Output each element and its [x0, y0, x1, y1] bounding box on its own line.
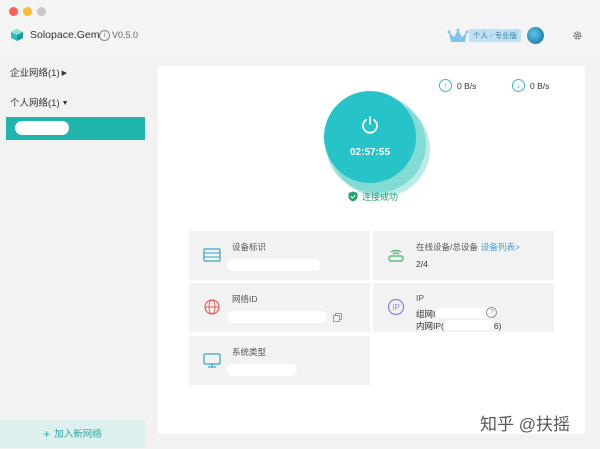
- sidebar: 企业网络(1) ▶ 个人网络(1) ▼ + 加入新网络: [0, 54, 145, 448]
- main-panel: ↑ 0 B/s ↓ 0 B/s 02:57:55 连接成功 设备标识 在线设备/…: [158, 66, 585, 434]
- online-devices-card: 在线设备/总设备 设备列表> 2/4: [373, 231, 554, 280]
- connection-status: 连接成功: [348, 190, 398, 203]
- ip-icon: IP: [387, 298, 405, 316]
- network-id-card: 网络ID: [189, 283, 370, 332]
- download-arrow-icon: ↓: [512, 79, 525, 92]
- sidebar-network-item[interactable]: [6, 117, 145, 140]
- add-network-label: 加入新网络: [54, 429, 102, 440]
- network-name-redacted: [15, 121, 69, 135]
- upload-speed-value: 0 B/s: [457, 80, 477, 91]
- network-id-label: 网络ID: [232, 294, 258, 304]
- zoom-window-button[interactable]: [37, 7, 46, 16]
- connect-control: 02:57:55: [324, 91, 430, 197]
- device-id-label: 设备标识: [232, 242, 267, 252]
- edition-badge[interactable]: 个人 - 专业版: [469, 29, 522, 42]
- app-version: V0.5.0: [112, 30, 139, 40]
- device-id-value-redacted: [227, 259, 321, 271]
- title-bar: Solopace.Gem i V0.5.0 个人 - 专业版: [0, 0, 600, 54]
- online-devices-label: 在线设备/总设备 设备列表>: [416, 241, 520, 253]
- info-icon[interactable]: i: [99, 30, 110, 41]
- power-icon: [362, 116, 378, 134]
- lan-ip-line: 内网IP( 6): [416, 320, 501, 332]
- add-network-button[interactable]: + 加入新网络: [0, 420, 145, 448]
- sidebar-group-label: 个人网络(1): [10, 98, 60, 109]
- ip-label: IP: [416, 293, 425, 303]
- help-icon[interactable]: ?: [486, 307, 497, 318]
- monitor-icon: [203, 353, 221, 368]
- caret-down-icon: ▼: [61, 100, 69, 107]
- user-avatar[interactable]: [527, 27, 544, 44]
- crown-icon: [447, 28, 469, 42]
- svg-text:IP: IP: [392, 303, 400, 312]
- mesh-ip-line: 组网I: [416, 308, 494, 320]
- watermark-text: 知乎 @扶摇: [480, 415, 570, 434]
- mesh-ip-prefix: 组网I: [416, 309, 436, 319]
- gear-icon[interactable]: [572, 30, 583, 41]
- system-type-label: 系统类型: [232, 347, 267, 357]
- connection-timer: 02:57:55: [349, 147, 391, 158]
- minimize-window-button[interactable]: [23, 7, 32, 16]
- sidebar-group-enterprise[interactable]: 企业网络(1) ▶: [10, 65, 67, 79]
- system-type-value-redacted: [227, 364, 297, 376]
- shield-check-icon: [348, 191, 358, 202]
- close-window-button[interactable]: [9, 7, 18, 16]
- lan-ip-suffix: 6): [493, 321, 502, 331]
- lan-ip-prefix: 内网IP(: [416, 321, 444, 331]
- upload-arrow-icon: ↑: [439, 79, 452, 92]
- system-type-card: 系统类型: [189, 336, 370, 385]
- device-list-link[interactable]: 设备列表>: [481, 242, 520, 252]
- power-button[interactable]: 02:57:55: [324, 91, 416, 183]
- app-logo-icon: [11, 29, 23, 41]
- device-list-icon: [203, 248, 221, 262]
- mesh-ip-redacted: [435, 308, 494, 318]
- copy-icon[interactable]: [333, 313, 342, 322]
- network-id-value-redacted: [227, 311, 327, 323]
- globe-icon: [204, 299, 220, 315]
- online-devices-value: 2/4: [416, 259, 428, 269]
- ip-card: IP IP 组网I ? 内网IP( 6): [373, 283, 554, 332]
- device-id-card: 设备标识: [189, 231, 370, 280]
- router-icon: [388, 249, 404, 262]
- download-speed: ↓ 0 B/s: [512, 79, 549, 92]
- lan-ip-redacted: [443, 320, 494, 330]
- sidebar-group-label: 企业网络(1): [10, 68, 60, 79]
- plus-icon: +: [43, 427, 51, 441]
- download-speed-value: 0 B/s: [530, 80, 550, 91]
- upload-speed: ↑ 0 B/s: [439, 79, 476, 92]
- app-name: Solopace.Gem: [30, 29, 100, 41]
- caret-right-icon: ▶: [61, 70, 68, 77]
- status-text: 连接成功: [362, 192, 399, 202]
- app-window: Solopace.Gem i V0.5.0 个人 - 专业版 企业网络(1) ▶ …: [0, 0, 600, 448]
- online-devices-label-text: 在线设备/总设备: [416, 242, 478, 252]
- sidebar-group-personal[interactable]: 个人网络(1) ▼: [10, 95, 69, 109]
